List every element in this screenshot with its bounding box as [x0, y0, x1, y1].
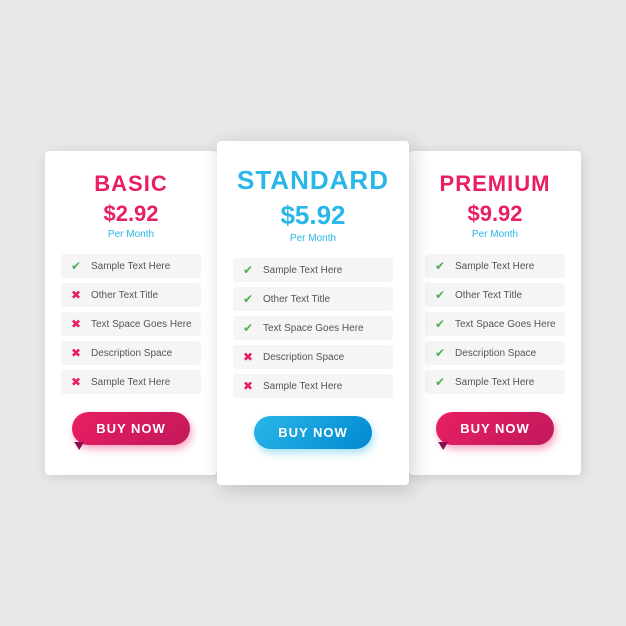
- list-item: ✔ Sample Text Here: [233, 258, 393, 282]
- feature-list-basic: ✔ Sample Text Here ✖ Other Text Title ✖ Text …: [61, 254, 201, 394]
- list-item: ✖ Text Space Goes Here: [61, 312, 201, 336]
- check-icon: ✔: [433, 346, 447, 360]
- buy-now-button-basic[interactable]: BUY NOW: [72, 412, 190, 445]
- check-icon: ✔: [241, 292, 255, 306]
- per-month-basic: Per Month: [61, 229, 201, 240]
- plan-title-basic: BASIC: [61, 171, 201, 197]
- plan-card-basic: BASIC $2.92 Per Month ✔ Sample Text Here ✖ Oth…: [45, 151, 217, 475]
- cross-icon: ✖: [241, 379, 255, 393]
- list-item: ✖ Description Space: [61, 341, 201, 365]
- check-icon: ✔: [241, 321, 255, 335]
- buy-now-button-standard[interactable]: BUY NOW: [254, 416, 372, 449]
- list-item: ✖ Sample Text Here: [233, 374, 393, 398]
- per-month-premium: Per Month: [425, 229, 565, 240]
- feature-text: Sample Text Here: [455, 377, 534, 388]
- plan-card-standard: STANDARD$5.92Per Month✔Sample Text Here✔…: [217, 141, 409, 485]
- feature-text: Sample Text Here: [263, 265, 342, 276]
- list-item: ✖ Sample Text Here: [61, 370, 201, 394]
- feature-text: Other Text Title: [455, 290, 522, 301]
- per-month-standard: Per Month: [233, 233, 393, 244]
- feature-text: Other Text Title: [263, 294, 330, 305]
- cross-icon: ✖: [69, 375, 83, 389]
- feature-text: Sample Text Here: [263, 381, 342, 392]
- check-icon: ✔: [433, 317, 447, 331]
- btn-wrap-standard: BUY NOW: [233, 416, 393, 449]
- cross-icon: ✖: [69, 288, 83, 302]
- feature-list-standard: ✔ Sample Text Here ✔ Other Text Title ✔ Text …: [233, 258, 393, 398]
- check-icon: ✔: [433, 375, 447, 389]
- feature-text: Text Space Goes Here: [263, 323, 364, 334]
- cross-icon: ✖: [241, 350, 255, 364]
- list-item: ✔ Sample Text Here: [61, 254, 201, 278]
- feature-text: Sample Text Here: [455, 261, 534, 272]
- feature-text: Other Text Title: [91, 290, 158, 301]
- list-item: ✔ Text Space Goes Here: [425, 312, 565, 336]
- feature-text: Description Space: [91, 348, 172, 359]
- buy-now-button-premium[interactable]: BUY NOW: [436, 412, 554, 445]
- feature-text: Sample Text Here: [91, 261, 170, 272]
- feature-text: Description Space: [263, 352, 344, 363]
- feature-text: Sample Text Here: [91, 377, 170, 388]
- check-icon: ✔: [433, 288, 447, 302]
- plan-price-basic: $2.92: [61, 201, 201, 227]
- plan-title-premium: PREMIUM: [425, 171, 565, 197]
- btn-wrap-premium: BUY NOW: [425, 412, 565, 445]
- check-icon: ✔: [69, 259, 83, 273]
- plan-title-standard: STANDARD: [233, 165, 393, 196]
- btn-wrap-basic: BUY NOW: [61, 412, 201, 445]
- list-item: ✖ Other Text Title: [61, 283, 201, 307]
- list-item: ✔ Description Space: [425, 341, 565, 365]
- check-icon: ✔: [433, 259, 447, 273]
- list-item: ✔ Other Text Title: [233, 287, 393, 311]
- list-item: ✔ Sample Text Here: [425, 370, 565, 394]
- list-item: ✖ Description Space: [233, 345, 393, 369]
- check-icon: ✔: [241, 263, 255, 277]
- feature-text: Text Space Goes Here: [91, 319, 192, 330]
- plan-price-premium: $9.92: [425, 201, 565, 227]
- list-item: ✔ Other Text Title: [425, 283, 565, 307]
- pricing-container: BASIC $2.92 Per Month ✔ Sample Text Here ✖ Oth…: [25, 101, 601, 525]
- plan-card-premium: PREMIUM $9.92 Per Month ✔ Sample Text Here ✔ O…: [409, 151, 581, 475]
- cross-icon: ✖: [69, 346, 83, 360]
- feature-list-premium: ✔ Sample Text Here ✔ Other Text Title ✔ Text …: [425, 254, 565, 394]
- list-item: ✔ Sample Text Here: [425, 254, 565, 278]
- feature-text: Text Space Goes Here: [455, 319, 556, 330]
- feature-text: Description Space: [455, 348, 536, 359]
- list-item: ✔ Text Space Goes Here: [233, 316, 393, 340]
- plan-price-standard: $5.92: [233, 200, 393, 231]
- cross-icon: ✖: [69, 317, 83, 331]
